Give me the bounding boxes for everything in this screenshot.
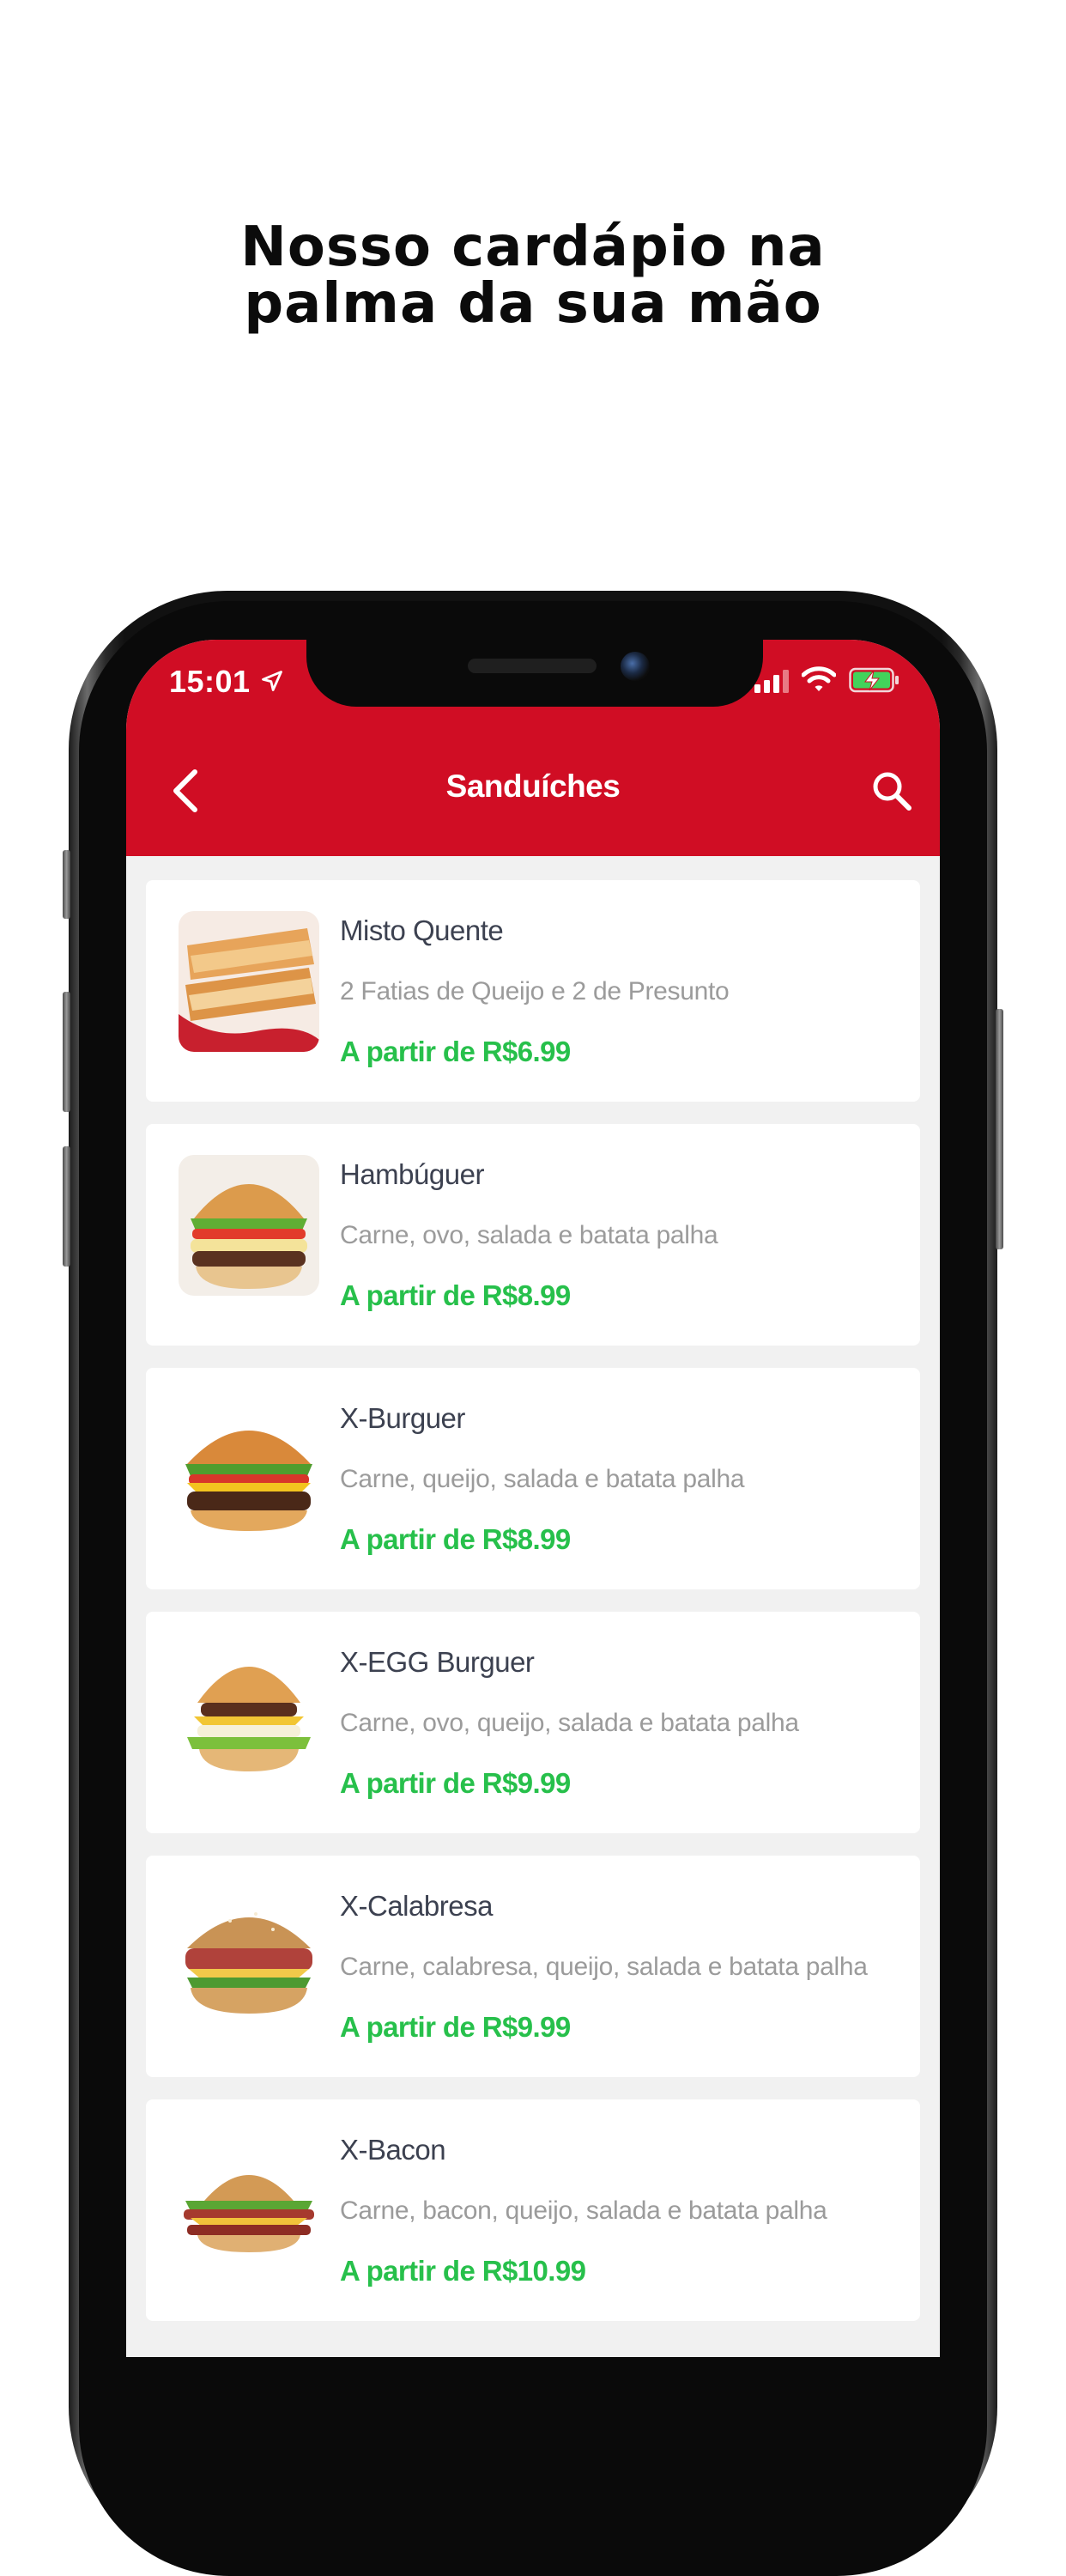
menu-item-card[interactable]: X-EGG Burguer Carne, ovo, queijo, salada…	[146, 1612, 920, 1833]
menu-item-name: X-Bacon	[340, 2134, 446, 2166]
menu-item-price: A partir de R$9.99	[340, 2011, 571, 2043]
speaker-grille	[468, 659, 597, 673]
search-icon[interactable]	[871, 770, 912, 811]
status-time: 15:01	[169, 664, 251, 699]
volume-down-button	[63, 1146, 70, 1267]
page-title: Sanduíches	[445, 769, 621, 804]
app-header: 15:01 Sanduíches	[126, 640, 940, 856]
menu-item-name: Hambúguer	[340, 1158, 484, 1190]
volume-up-button	[63, 992, 70, 1112]
notch	[306, 640, 763, 707]
promo-headline-line-1: Nosso cardápio na	[240, 216, 826, 279]
menu-item-price: A partir de R$9.99	[340, 1767, 571, 1799]
menu-item-price: A partir de R$6.99	[340, 1036, 571, 1067]
menu-item-description: Carne, ovo, queijo, salada e batata palh…	[340, 1709, 799, 1737]
promo-headline-line-2: palma da sua mão	[244, 272, 822, 336]
menu-item-price: A partir de R$8.99	[340, 1523, 571, 1555]
menu-item-description: Carne, queijo, salada e batata palha	[340, 1465, 745, 1493]
menu-item-description: 2 Fatias de Queijo e 2 de Presunto	[340, 977, 730, 1005]
hamburger-image	[179, 1155, 319, 1296]
menu-item-description: Carne, calabresa, queijo, salada e batat…	[340, 1953, 868, 1981]
egg-burger-image	[179, 1643, 319, 1783]
menu-item-name: X-EGG Burguer	[340, 1646, 535, 1678]
menu-list: Misto Quente 2 Fatias de Queijo e 2 de P…	[146, 880, 920, 2343]
menu-item-description: Carne, ovo, salada e batata palha	[340, 1221, 718, 1249]
menu-item-card[interactable]: X-Bacon Carne, bacon, queijo, salada e b…	[146, 2099, 920, 2321]
location-arrow-icon	[262, 671, 282, 691]
menu-item-name: Misto Quente	[340, 914, 504, 946]
menu-item-card[interactable]: X-Calabresa Carne, calabresa, queijo, sa…	[146, 1856, 920, 2077]
phone-screen: 15:01 Sanduíches Misto Quente 2 Fatias d…	[126, 640, 940, 2357]
battery-charging-icon	[849, 667, 899, 693]
toasted-sandwich-image	[179, 911, 319, 1052]
menu-item-name: X-Burguer	[340, 1402, 465, 1434]
wifi-icon	[802, 666, 836, 691]
menu-item-price: A partir de R$8.99	[340, 1279, 571, 1311]
menu-item-card[interactable]: Misto Quente 2 Fatias de Queijo e 2 de P…	[146, 880, 920, 1102]
mute-switch	[63, 850, 70, 919]
menu-item-name: X-Calabresa	[340, 1890, 493, 1922]
cellular-signal-icon	[754, 670, 789, 693]
power-button	[996, 1009, 1003, 1249]
promo-headline: Nosso cardápio na palma da sua mão	[0, 219, 1066, 332]
menu-item-price: A partir de R$10.99	[340, 2255, 586, 2287]
menu-item-description: Carne, bacon, queijo, salada e batata pa…	[340, 2196, 827, 2225]
bacon-burger-image	[179, 2130, 319, 2271]
cheeseburger-image	[179, 1399, 319, 1540]
menu-item-card[interactable]: Hambúguer Carne, ovo, salada e batata pa…	[146, 1124, 920, 1346]
menu-item-card[interactable]: X-Burguer Carne, queijo, salada e batata…	[146, 1368, 920, 1589]
calabresa-burger-image	[179, 1886, 319, 2027]
front-camera	[621, 652, 650, 681]
